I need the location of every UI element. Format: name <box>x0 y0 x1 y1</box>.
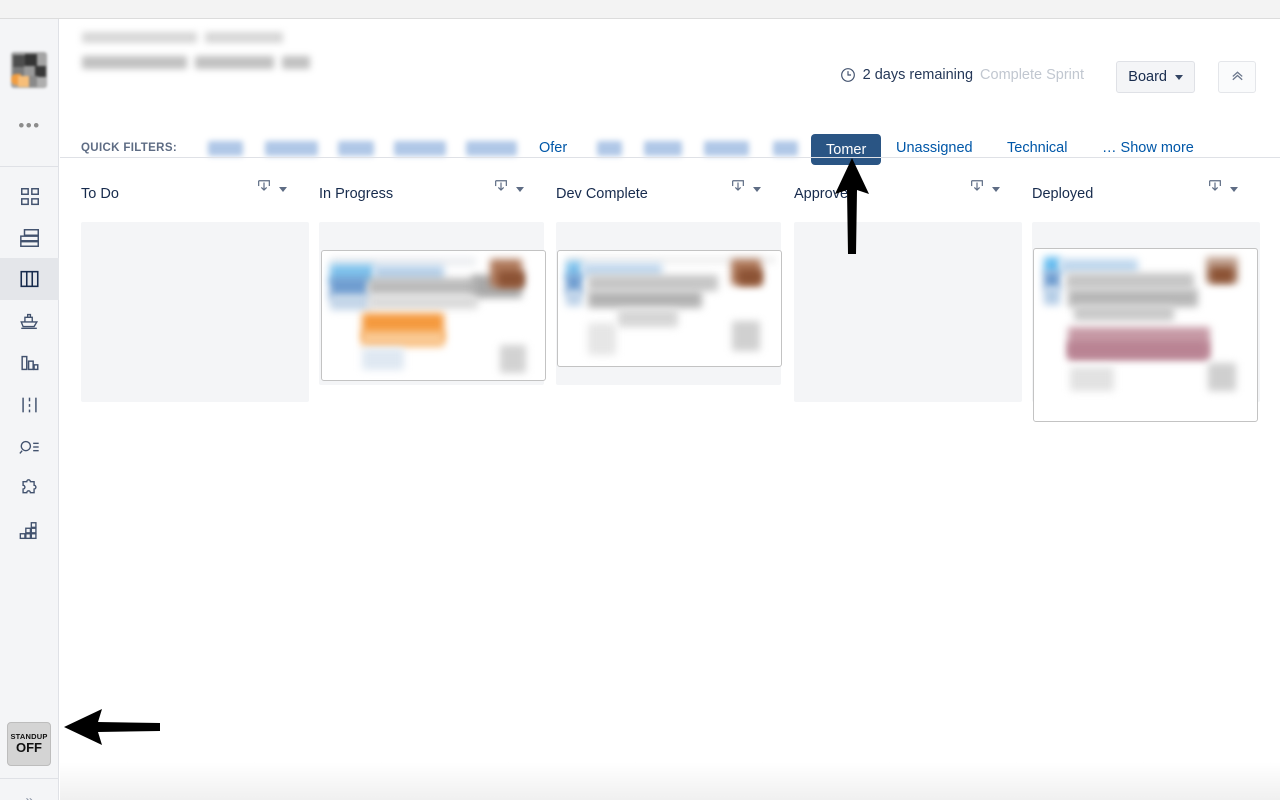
page-title-tail <box>282 56 310 69</box>
card-dev-complete-1[interactable] <box>557 250 782 367</box>
rail-bottom-divider <box>0 778 59 779</box>
quick-filter-redacted[interactable] <box>208 141 243 156</box>
column-title-deployed: Deployed <box>1032 186 1094 202</box>
quick-filter-unassigned[interactable]: Unassigned <box>896 140 973 156</box>
column-move-all-icon[interactable] <box>1207 178 1223 200</box>
main-content: 2 days remaining Complete Sprint Board Q… <box>60 19 1280 800</box>
page-title <box>82 56 187 69</box>
sidebar-item-backlog-grid[interactable] <box>0 176 59 218</box>
quick-filters-show-more[interactable]: … Show more <box>1102 140 1194 156</box>
column-body-to-do[interactable] <box>81 222 309 402</box>
ship-icon <box>17 310 42 332</box>
column-menu-chevron-icon[interactable] <box>279 186 287 192</box>
sidebar-item-add-ons[interactable] <box>0 468 59 510</box>
standup-state: OFF <box>16 740 42 756</box>
board-columns: To Do In Progress Dev Complete Approved … <box>60 158 1280 800</box>
sidebar-item-issues[interactable] <box>0 426 59 468</box>
quick-filter-redacted[interactable] <box>394 141 446 156</box>
board-columns-icon <box>18 268 41 290</box>
sidebar-item-backlog[interactable] <box>0 217 59 259</box>
column-menu-chevron-icon[interactable] <box>753 186 761 192</box>
column-header-approved: Approved <box>794 174 856 214</box>
column-tools-in-progress[interactable] <box>493 178 524 200</box>
bar-chart-icon <box>18 352 41 374</box>
column-tools-dev-complete[interactable] <box>730 178 761 200</box>
rail-divider <box>0 166 59 167</box>
column-title-approved: Approved <box>794 186 857 202</box>
sidebar-item-roadmap[interactable] <box>0 384 59 426</box>
quick-filter-redacted[interactable] <box>338 141 374 156</box>
page-title-suffix <box>195 56 274 69</box>
puzzle-icon <box>18 478 41 500</box>
expand-sidebar-button[interactable]: » <box>0 781 59 800</box>
left-nav-rail: ••• STANDUP OFF » <box>0 19 59 800</box>
backlog-stack-icon <box>18 227 42 249</box>
board-dropdown-button[interactable]: Board <box>1116 61 1195 93</box>
complete-sprint-button[interactable]: Complete Sprint <box>980 67 1084 83</box>
breadcrumb-secondary <box>205 32 283 43</box>
column-menu-chevron-icon[interactable] <box>516 186 524 192</box>
quick-filters-label: QUICK FILTERS: <box>81 142 178 154</box>
sidebar-item-components[interactable] <box>0 510 59 552</box>
jira-board-screen: ••• STANDUP OFF » 2 days remaining Compl… <box>0 0 1280 800</box>
card-deployed-1[interactable] <box>1033 248 1258 422</box>
column-title-dev-complete: Dev Complete <box>556 186 648 202</box>
quick-filter-tomer-label: Tomer <box>826 141 867 158</box>
project-avatar[interactable] <box>11 52 47 88</box>
sidebar-item-reports[interactable] <box>0 342 59 384</box>
lanes-icon <box>18 394 41 416</box>
quick-filter-redacted[interactable] <box>773 141 798 156</box>
column-menu-chevron-icon[interactable] <box>992 186 1000 192</box>
column-move-all-icon[interactable] <box>730 178 746 200</box>
column-header-in-progress: In Progress <box>319 174 393 214</box>
column-tools-approved[interactable] <box>969 178 1000 200</box>
column-header-deployed: Deployed <box>1032 174 1093 214</box>
column-move-all-icon[interactable] <box>256 178 272 200</box>
sidebar-item-releases[interactable] <box>0 300 59 342</box>
search-list-icon <box>17 436 42 458</box>
days-remaining-label: 2 days remaining <box>862 67 974 83</box>
sidebar-item-board[interactable] <box>0 258 59 300</box>
sprint-status: 2 days remaining Complete Sprint <box>840 67 1084 83</box>
quick-filter-redacted[interactable] <box>265 141 318 156</box>
column-title-to-do: To Do <box>81 186 119 202</box>
content-bottom-fade <box>60 762 1280 800</box>
project-more-icon[interactable]: ••• <box>0 117 59 135</box>
breadcrumb <box>82 32 197 43</box>
board-dropdown-label: Board <box>1128 69 1167 85</box>
quick-filter-redacted[interactable] <box>597 141 622 156</box>
column-move-all-icon[interactable] <box>969 178 985 200</box>
column-title-in-progress: In Progress <box>319 186 394 202</box>
clock-icon <box>840 67 856 83</box>
quick-filter-redacted[interactable] <box>466 141 517 156</box>
column-header-dev-complete: Dev Complete <box>556 174 648 214</box>
quick-filter-redacted[interactable] <box>704 141 749 156</box>
column-header-to-do: To Do <box>81 174 119 214</box>
grid-squares-icon <box>19 186 41 208</box>
collapse-header-button[interactable] <box>1218 61 1256 93</box>
quick-filter-redacted[interactable] <box>644 141 682 156</box>
card-in-progress-1[interactable] <box>321 250 546 381</box>
column-move-all-icon[interactable] <box>493 178 509 200</box>
browser-top-strip <box>0 0 1280 19</box>
blocks-icon <box>18 520 41 542</box>
quick-filter-technical[interactable]: Technical <box>1007 140 1067 156</box>
column-menu-chevron-icon[interactable] <box>1230 186 1238 192</box>
column-tools-deployed[interactable] <box>1207 178 1238 200</box>
chevron-down-icon <box>1175 74 1183 80</box>
board-header: 2 days remaining Complete Sprint Board Q… <box>60 19 1280 165</box>
column-tools-to-do[interactable] <box>256 178 287 200</box>
column-body-approved[interactable] <box>794 222 1022 402</box>
quick-filter-ofer[interactable]: Ofer <box>539 140 567 156</box>
standup-toggle-button[interactable]: STANDUP OFF <box>7 722 51 766</box>
chevron-double-up-icon <box>1230 68 1245 86</box>
